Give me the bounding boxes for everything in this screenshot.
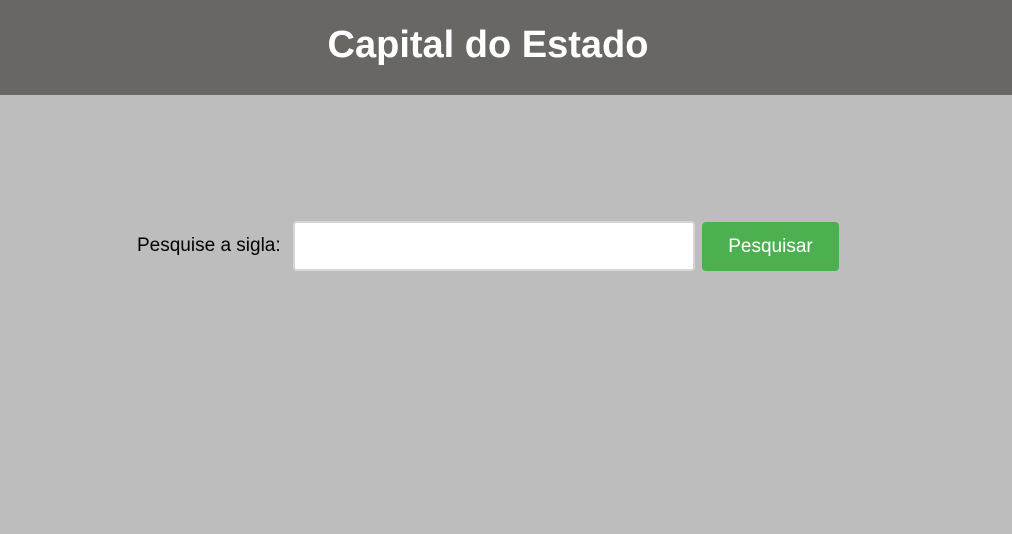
page-header: Capital do Estado bbox=[0, 0, 1012, 95]
search-button[interactable]: Pesquisar bbox=[702, 222, 839, 271]
search-input[interactable] bbox=[293, 221, 695, 271]
search-form: Pesquise a sigla: Pesquisar bbox=[0, 221, 1012, 271]
page-title: Capital do Estado bbox=[327, 24, 649, 66]
search-label: Pesquise a sigla: bbox=[137, 235, 281, 256]
